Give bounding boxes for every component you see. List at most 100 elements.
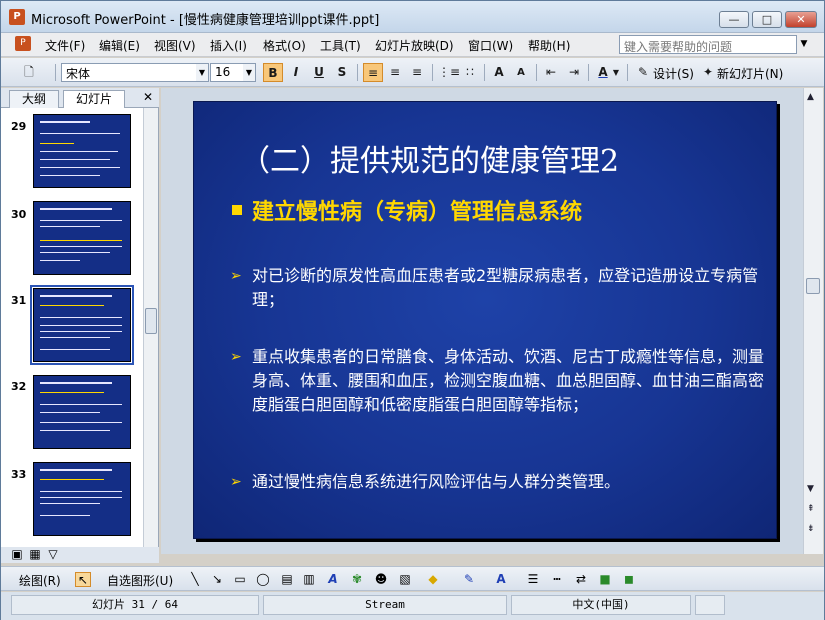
- diagram-icon[interactable]: ✾: [349, 572, 365, 587]
- slide-subtitle[interactable]: 建立慢性病（专病）管理信息系统: [232, 194, 582, 226]
- menu-insert[interactable]: 插入(I): [210, 37, 247, 54]
- autoshapes-button[interactable]: 自选图形(U): [107, 572, 173, 589]
- textbox-icon[interactable]: ▤: [279, 572, 295, 587]
- font-color-button[interactable]: A: [593, 63, 613, 82]
- dash-style-icon[interactable]: ┅: [549, 572, 565, 587]
- arrow-icon[interactable]: ↘: [209, 572, 225, 587]
- picture-icon[interactable]: ▧: [397, 572, 413, 587]
- next-slide-icon[interactable]: ⇟: [807, 524, 815, 534]
- menu-help[interactable]: 帮助(H): [528, 37, 570, 54]
- line-color-icon[interactable]: ✎: [461, 572, 477, 587]
- thumbnail-number: 29: [11, 120, 27, 133]
- chevron-down-icon[interactable]: ▼: [196, 64, 208, 81]
- menu-window[interactable]: 窗口(W): [468, 37, 513, 54]
- align-right-icon[interactable]: ≡: [407, 63, 427, 82]
- decrease-indent-icon[interactable]: ⇤: [541, 63, 561, 82]
- font-size-select[interactable]: 16 ▼: [210, 63, 256, 82]
- thumbnails-scrollbar[interactable]: [143, 108, 158, 548]
- formatting-toolbar: 🗋 宋体 ▼ 16 ▼ B I U S ≡ ≡ ≡ ⋮≡ ∷ A A ⇤ ⇥ A…: [1, 58, 824, 87]
- font-color-icon[interactable]: A: [493, 572, 509, 587]
- numbered-list-icon[interactable]: ⋮≡: [438, 63, 460, 82]
- decrease-font-button[interactable]: A: [511, 63, 531, 82]
- slide-canvas[interactable]: （二）提供规范的健康管理2 建立慢性病（专病）管理信息系统 ➢ 对已诊断的原发性…: [193, 101, 777, 539]
- menu-format[interactable]: 格式(O): [263, 37, 306, 54]
- italic-button[interactable]: I: [286, 63, 306, 82]
- shadow-button[interactable]: S: [332, 63, 352, 82]
- chevron-down-icon[interactable]: ▼: [797, 35, 811, 54]
- powerpoint-window: P Microsoft PowerPoint - [慢性病健康管理培训ppt课件…: [0, 0, 825, 620]
- scroll-down-icon[interactable]: ▼: [807, 484, 814, 494]
- underline-button[interactable]: U: [309, 63, 329, 82]
- slide-bullet[interactable]: ➢ 重点收集患者的日常膳食、身体活动、饮酒、尼古丁成瘾性等信息，测量身高、体重、…: [230, 345, 770, 417]
- font-name-select[interactable]: 宋体 ▼: [61, 63, 209, 82]
- increase-indent-icon[interactable]: ⇥: [564, 63, 584, 82]
- align-left-icon[interactable]: ≡: [363, 63, 383, 82]
- menu-file[interactable]: 文件(F): [45, 37, 85, 54]
- menu-slideshow[interactable]: 幻灯片放映(D): [375, 37, 454, 54]
- previous-slide-icon[interactable]: ⇞: [807, 504, 815, 514]
- help-search-input[interactable]: 键入需要帮助的问题: [619, 35, 797, 54]
- status-bar: 幻灯片 31 / 64 Stream 中文(中国): [1, 592, 824, 620]
- clipart-icon[interactable]: ☻: [373, 572, 389, 587]
- thumbnail-number: 31: [11, 294, 27, 307]
- slide-title[interactable]: （二）提供规范的健康管理2: [240, 136, 619, 180]
- slide-bullet-text: 对已诊断的原发性高血压患者或2型糖尿病患者，应登记造册设立专病管理；: [252, 266, 759, 309]
- close-button[interactable]: ✕: [785, 11, 817, 28]
- align-center-icon[interactable]: ≡: [385, 63, 405, 82]
- slideshow-icon[interactable]: ▽: [45, 547, 61, 562]
- chevron-down-icon[interactable]: ▼: [611, 63, 621, 82]
- wordart-icon[interactable]: A: [325, 572, 341, 587]
- scrollbar-thumb[interactable]: [145, 308, 157, 334]
- chevron-down-icon[interactable]: ▼: [243, 64, 255, 81]
- draw-menu-button[interactable]: 绘图(R): [19, 572, 61, 589]
- slide-sorter-icon[interactable]: ▦: [27, 547, 43, 562]
- arrow-style-icon[interactable]: ⇄: [573, 572, 589, 587]
- menu-edit[interactable]: 编辑(E): [99, 37, 140, 54]
- slide-bullet[interactable]: ➢ 对已诊断的原发性高血压患者或2型糖尿病患者，应登记造册设立专病管理；: [230, 264, 770, 312]
- thumbnail-number: 33: [11, 468, 27, 481]
- menu-view[interactable]: 视图(V): [154, 37, 196, 54]
- tab-slides[interactable]: 幻灯片: [63, 90, 125, 108]
- slide-bullet[interactable]: ➢ 通过慢性病信息系统进行风险评估与人群分类管理。: [230, 470, 770, 494]
- bulleted-list-icon[interactable]: ∷: [460, 63, 480, 82]
- rectangle-icon[interactable]: ▭: [232, 572, 248, 587]
- normal-view-icon[interactable]: ▣: [9, 547, 25, 562]
- powerpoint-app-icon[interactable]: P: [9, 9, 25, 25]
- thumbnail-number: 30: [11, 208, 27, 221]
- scroll-up-icon[interactable]: ▲: [807, 92, 814, 102]
- slide-scrollbar[interactable]: ▲ ▼ ⇞ ⇟: [803, 88, 823, 554]
- slide-thumbnail-29[interactable]: [33, 114, 131, 188]
- oval-icon[interactable]: ◯: [255, 572, 271, 587]
- tab-outline[interactable]: 大纲: [9, 90, 59, 108]
- menu-tools[interactable]: 工具(T): [320, 37, 361, 54]
- vertical-textbox-icon[interactable]: ▥: [301, 572, 317, 587]
- select-pointer-icon[interactable]: ↖: [75, 572, 91, 587]
- shadow-style-icon[interactable]: ■: [597, 572, 613, 587]
- arrow-bullet-icon: ➢: [230, 268, 242, 284]
- slide-thumbnail-31[interactable]: [30, 285, 134, 365]
- close-icon[interactable]: ✕: [143, 90, 153, 104]
- slide-thumbnail-33[interactable]: [33, 462, 131, 536]
- minimize-button[interactable]: —: [719, 11, 749, 28]
- title-bar: P Microsoft PowerPoint - [慢性病健康管理培训ppt课件…: [1, 1, 824, 33]
- new-slide-button[interactable]: 新幻灯片(N): [717, 65, 783, 82]
- maximize-button[interactable]: □: [752, 11, 782, 28]
- view-buttons: ▣ ▦ ▽: [1, 547, 159, 563]
- new-document-icon[interactable]: 🗋: [19, 63, 39, 82]
- line-icon[interactable]: ╲: [187, 572, 203, 587]
- fill-color-icon[interactable]: ◆: [425, 572, 441, 587]
- scrollbar-thumb[interactable]: [806, 278, 820, 294]
- line-style-icon[interactable]: ☰: [525, 572, 541, 587]
- document-icon[interactable]: P: [15, 36, 31, 51]
- 3d-style-icon[interactable]: ◼: [621, 572, 637, 587]
- bold-button[interactable]: B: [263, 63, 283, 82]
- slide-position-status: 幻灯片 31 / 64: [11, 595, 259, 615]
- slide-bullet-text: 重点收集患者的日常膳食、身体活动、饮酒、尼古丁成瘾性等信息，测量身高、体重、腰围…: [252, 347, 765, 414]
- increase-font-button[interactable]: A: [489, 63, 509, 82]
- slide-editing-area: （二）提供规范的健康管理2 建立慢性病（专病）管理信息系统 ➢ 对已诊断的原发性…: [161, 88, 803, 554]
- slide-thumbnail-32[interactable]: [33, 375, 131, 449]
- status-empty-cell: [695, 595, 725, 615]
- design-button[interactable]: 设计(S): [653, 65, 694, 82]
- slide-thumbnail-30[interactable]: [33, 201, 131, 275]
- slides-pane: 大纲 幻灯片 ✕ 29 30 31 32 33: [1, 88, 159, 548]
